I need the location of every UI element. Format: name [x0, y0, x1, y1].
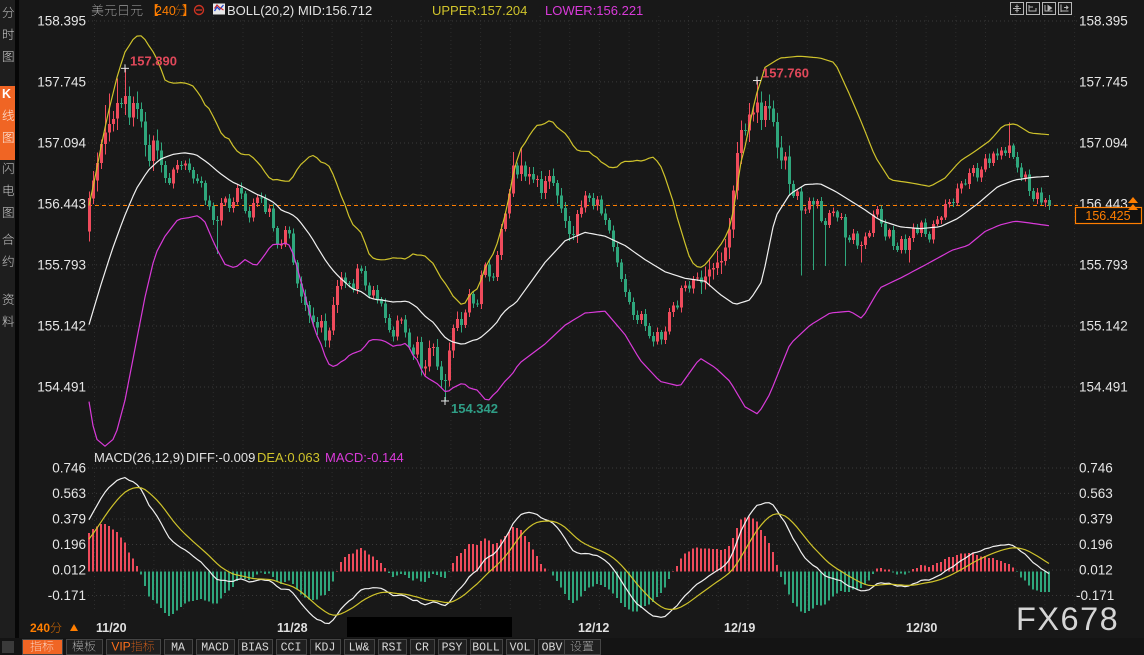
- svg-text:0.012: 0.012: [1079, 563, 1113, 578]
- svg-text:FX678: FX678: [1016, 601, 1119, 637]
- svg-text:K: K: [2, 87, 11, 101]
- svg-text:155.142: 155.142: [37, 318, 86, 333]
- svg-text:KDJ: KDJ: [315, 642, 336, 655]
- svg-text:UPPER:157.204: UPPER:157.204: [432, 3, 527, 18]
- svg-text:158.395: 158.395: [37, 14, 86, 29]
- svg-text:155.793: 155.793: [37, 257, 86, 272]
- svg-text:MACD:-0.144: MACD:-0.144: [325, 450, 404, 465]
- svg-text:240: 240: [30, 621, 50, 635]
- svg-text:PSY: PSY: [442, 642, 463, 655]
- svg-text:VOL: VOL: [510, 642, 531, 655]
- svg-text:DEA:0.063: DEA:0.063: [257, 450, 320, 465]
- svg-text:RSI: RSI: [382, 642, 403, 655]
- svg-text:158.395: 158.395: [1079, 14, 1128, 29]
- svg-text:12/12: 12/12: [578, 621, 609, 635]
- svg-text:LOWER:156.221: LOWER:156.221: [545, 3, 643, 18]
- svg-text:11/20: 11/20: [96, 621, 127, 635]
- svg-text:-0.171: -0.171: [48, 588, 86, 603]
- svg-text:BIAS: BIAS: [241, 642, 269, 655]
- svg-text:DIFF:-0.009: DIFF:-0.009: [186, 450, 255, 465]
- svg-text:BOLL: BOLL: [472, 642, 500, 655]
- svg-text:157.745: 157.745: [37, 74, 86, 89]
- svg-text:0.196: 0.196: [1079, 537, 1113, 552]
- svg-text:0.196: 0.196: [52, 537, 86, 552]
- svg-text:156.425: 156.425: [1085, 209, 1130, 223]
- svg-text:VIP: VIP: [111, 640, 130, 654]
- svg-text:BOLL(20,2) MID:156.712: BOLL(20,2) MID:156.712: [227, 3, 372, 18]
- svg-text:CCI: CCI: [281, 642, 302, 655]
- svg-text:12/19: 12/19: [724, 621, 755, 635]
- svg-text:157.745: 157.745: [1079, 74, 1128, 89]
- svg-text:0.379: 0.379: [1079, 512, 1113, 527]
- svg-text:154.491: 154.491: [1079, 380, 1128, 395]
- svg-text:154.342: 154.342: [451, 401, 498, 416]
- svg-text:155.142: 155.142: [1079, 318, 1128, 333]
- svg-text:11/28: 11/28: [277, 621, 308, 635]
- svg-text:0.746: 0.746: [52, 461, 86, 476]
- svg-text:157.094: 157.094: [1079, 135, 1128, 150]
- svg-text:156.443: 156.443: [37, 197, 86, 212]
- svg-text:MACD: MACD: [201, 642, 229, 655]
- svg-text:OBV: OBV: [542, 642, 563, 655]
- svg-text:MA: MA: [171, 642, 185, 655]
- svg-text:MACD(26,12,9): MACD(26,12,9): [94, 450, 184, 465]
- svg-text:154.491: 154.491: [37, 380, 86, 395]
- svg-text:0.012: 0.012: [52, 563, 86, 578]
- svg-text:157.760: 157.760: [762, 66, 809, 81]
- svg-text:155.793: 155.793: [1079, 257, 1128, 272]
- svg-text:LW&: LW&: [349, 642, 370, 655]
- svg-text:157.094: 157.094: [37, 135, 86, 150]
- svg-text:0.379: 0.379: [52, 512, 86, 527]
- svg-text:0.746: 0.746: [1079, 461, 1113, 476]
- svg-text:240: 240: [155, 4, 176, 18]
- svg-text:0.563: 0.563: [52, 486, 86, 501]
- svg-text:12/30: 12/30: [906, 621, 937, 635]
- svg-text:0.563: 0.563: [1079, 486, 1113, 501]
- svg-text:CR: CR: [415, 642, 429, 655]
- svg-text:157.890: 157.890: [130, 53, 177, 68]
